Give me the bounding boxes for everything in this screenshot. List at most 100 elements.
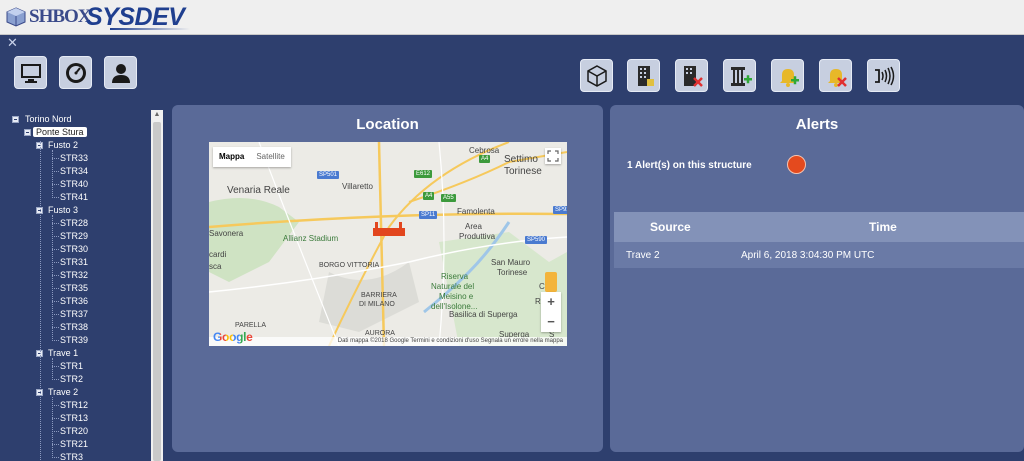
zoom-in-button[interactable]: + bbox=[541, 292, 561, 312]
table-row[interactable]: Trave 2 April 6, 2018 3:04:30 PM UTC bbox=[614, 242, 1024, 269]
location-map[interactable]: Venaria Reale Villaretto Settimo Torines… bbox=[209, 142, 567, 346]
tree-connector bbox=[52, 431, 59, 432]
sysdev-logo-dev: DEV bbox=[134, 3, 185, 31]
cube-icon bbox=[586, 64, 607, 87]
map-label: Cebrosa bbox=[469, 146, 500, 155]
map-label: Settimo bbox=[504, 154, 538, 165]
map-label: Venaria Reale bbox=[227, 185, 290, 196]
map-label: cardi bbox=[209, 250, 227, 259]
alert-time: April 6, 2018 3:04:30 PM UTC bbox=[741, 250, 875, 261]
building-remove-icon bbox=[683, 65, 703, 87]
tree-node-item[interactable]: STR40 bbox=[60, 178, 88, 191]
tree-node-item[interactable]: STR32 bbox=[60, 269, 88, 282]
user-button[interactable] bbox=[104, 56, 137, 89]
tree-node-item[interactable]: STR2 bbox=[60, 373, 83, 386]
tree-node-item[interactable]: STR21 bbox=[60, 438, 88, 451]
google-logo-text: Google bbox=[213, 330, 253, 344]
fullscreen-icon bbox=[547, 150, 559, 162]
tree-node-item[interactable]: STR35 bbox=[60, 282, 88, 295]
tree-node-label: Trave 1 bbox=[48, 348, 79, 358]
tree-node-label: STR29 bbox=[60, 231, 89, 241]
shbox-cube-icon bbox=[6, 7, 26, 27]
tree-node-item[interactable]: STR38 bbox=[60, 321, 88, 334]
monitor-button[interactable] bbox=[14, 56, 47, 89]
tree-node-item[interactable]: STR28 bbox=[60, 217, 88, 230]
map-tab-map[interactable]: Mappa bbox=[213, 147, 250, 167]
tree-node-item[interactable]: STR12 bbox=[60, 399, 88, 412]
tree-node-item[interactable]: STR3 bbox=[60, 451, 83, 461]
pegman-icon[interactable] bbox=[545, 272, 557, 292]
tree-connector bbox=[52, 358, 53, 380]
tree-node-item[interactable]: STR36 bbox=[60, 295, 88, 308]
column-header-time[interactable]: Time bbox=[869, 212, 897, 242]
tree-scrollbar[interactable]: ▲ bbox=[151, 110, 163, 461]
tree-toggle-site[interactable] bbox=[24, 129, 31, 136]
map-attribution[interactable]: Dati mappa ©2018 Google Termini e condiz… bbox=[209, 337, 567, 346]
tree-toggle-root[interactable] bbox=[12, 116, 19, 123]
vibration-button[interactable] bbox=[867, 59, 900, 92]
tree-node-item[interactable]: STR33 bbox=[60, 152, 88, 165]
tree-node-item[interactable]: STR31 bbox=[60, 256, 88, 269]
map-label: Torinese bbox=[504, 166, 542, 177]
dashboard-button[interactable] bbox=[59, 56, 92, 89]
column-header-source[interactable]: Source bbox=[650, 212, 691, 242]
tree-node-item[interactable]: STR30 bbox=[60, 243, 88, 256]
tree-node-item[interactable]: STR41 bbox=[60, 191, 88, 204]
tree-node-item[interactable]: STR34 bbox=[60, 165, 88, 178]
add-column-button[interactable] bbox=[723, 59, 756, 92]
map-fullscreen-button[interactable] bbox=[545, 148, 561, 164]
tree-node-item[interactable]: STR20 bbox=[60, 425, 88, 438]
map-label: Naturale del bbox=[431, 282, 475, 291]
map-label: AURORA bbox=[365, 330, 395, 337]
bell-add-icon bbox=[779, 68, 799, 87]
tree-connector bbox=[52, 301, 59, 302]
road-shield: A4 bbox=[479, 155, 491, 163]
scrollbar-thumb[interactable] bbox=[153, 122, 161, 461]
zoom-out-button[interactable]: − bbox=[541, 312, 561, 332]
map-tab-satellite[interactable]: Satellite bbox=[250, 147, 290, 167]
tree-connector bbox=[52, 275, 59, 276]
add-sensor-button[interactable] bbox=[627, 59, 660, 92]
tree-node-label: STR41 bbox=[60, 192, 89, 202]
tree-node-item[interactable]: STR37 bbox=[60, 308, 88, 321]
tree-node-label: Trave 2 bbox=[48, 387, 79, 397]
column-add-icon bbox=[730, 66, 752, 86]
remove-alarm-button[interactable] bbox=[819, 59, 852, 92]
add-alarm-button[interactable] bbox=[771, 59, 804, 92]
tree-node-item[interactable]: STR13 bbox=[60, 412, 88, 425]
alerts-title: Alerts bbox=[795, 116, 839, 133]
road-shield: SP501 bbox=[317, 171, 340, 179]
scroll-up-icon[interactable]: ▲ bbox=[151, 110, 163, 120]
alert-summary: 1 Alert(s) on this structure bbox=[627, 160, 752, 171]
alerts-panel: Alerts bbox=[610, 105, 1024, 452]
tree-connector bbox=[52, 418, 59, 419]
tree-node-item[interactable]: STR1 bbox=[60, 360, 83, 373]
tree-connector bbox=[52, 397, 53, 458]
remove-sensor-button[interactable] bbox=[675, 59, 708, 92]
tree-connector bbox=[52, 288, 59, 289]
tree-node-root[interactable]: Torino Nord bbox=[25, 113, 72, 126]
tree-node-site[interactable]: Ponte Stura bbox=[33, 126, 87, 139]
map-type-switcher: Mappa Satellite bbox=[213, 147, 291, 167]
tree-connector bbox=[52, 379, 59, 380]
map-label: Riserva bbox=[441, 272, 469, 281]
map-label: Famolenta bbox=[457, 207, 495, 216]
structure-3d-button[interactable] bbox=[580, 59, 613, 92]
tree-node-label: Ponte Stura bbox=[33, 127, 87, 137]
tree-node-label: STR36 bbox=[60, 296, 89, 306]
map-label: Produttiva bbox=[459, 232, 496, 241]
road-shield: E612 bbox=[414, 170, 433, 178]
building-add-icon bbox=[637, 65, 654, 86]
tree-node-label: STR39 bbox=[60, 335, 89, 345]
close-icon[interactable]: ✕ bbox=[7, 36, 18, 49]
map-label: BARRIERA bbox=[361, 292, 397, 299]
alert-status-indicator bbox=[787, 155, 806, 174]
tree-node-item[interactable]: STR39 bbox=[60, 334, 88, 347]
tree-node-item[interactable]: STR29 bbox=[60, 230, 88, 243]
structure-tree: Torino Nord Ponte Stura Fusto 2 STR33 STR34 S… bbox=[0, 107, 163, 461]
bell-remove-icon bbox=[827, 68, 847, 87]
sysdev-logo-underline bbox=[110, 28, 190, 30]
tree-connector bbox=[52, 314, 59, 315]
gauge-icon bbox=[65, 62, 86, 83]
tree-node-label: Fusto 2 bbox=[48, 140, 79, 150]
